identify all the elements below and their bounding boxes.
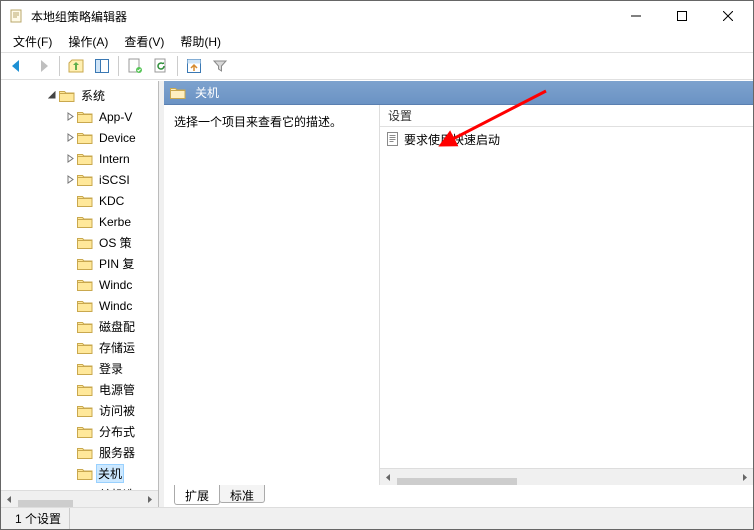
tree-horizontal-scrollbar[interactable] xyxy=(1,490,158,507)
description-panel: 选择一个项目来查看它的描述。 xyxy=(164,105,379,485)
tree-item[interactable]: 电源管 xyxy=(1,379,158,400)
tree-item-label: Intern xyxy=(96,151,133,167)
tree-item-label: PIN 复 xyxy=(96,254,137,273)
tree-expander-icon[interactable] xyxy=(63,152,77,166)
scroll-left-button[interactable] xyxy=(1,491,18,508)
window-title: 本地组策略编辑器 xyxy=(31,8,613,25)
tree-item-label: OS 策 xyxy=(96,233,135,252)
tree-item[interactable]: Windc xyxy=(1,295,158,316)
tree-item-label: 访问被 xyxy=(96,401,138,420)
tree-item[interactable]: PIN 复 xyxy=(1,253,158,274)
scroll-left-button[interactable] xyxy=(380,469,397,486)
nav-tree[interactable]: 系统 App-V Device Intern iSCSI KDC Kerbe OS 策 PIN … xyxy=(1,81,158,490)
tree-item-label: 系统 xyxy=(78,86,108,105)
tree-item-label: 电源管 xyxy=(96,380,138,399)
tree-item[interactable]: App-V xyxy=(1,106,158,127)
tree-item[interactable]: OS 策 xyxy=(1,232,158,253)
tree-item-system[interactable]: 系统 xyxy=(1,85,158,106)
tree-expander-icon[interactable] xyxy=(45,89,59,103)
maximize-button[interactable] xyxy=(659,1,705,31)
tree-item-label: Windc xyxy=(96,277,135,293)
column-header-settings[interactable]: 设置 xyxy=(380,105,753,127)
app-icon xyxy=(9,8,25,24)
export-button[interactable] xyxy=(182,54,206,78)
tree-expander-icon[interactable] xyxy=(63,173,77,187)
filter-button[interactable] xyxy=(208,54,232,78)
settings-list: 设置 要求使用快速启动 xyxy=(379,105,753,485)
description-text: 选择一个项目来查看它的描述。 xyxy=(174,113,369,130)
minimize-button[interactable] xyxy=(613,1,659,31)
tree-item[interactable]: iSCSI xyxy=(1,169,158,190)
nav-tree-pane: 系统 App-V Device Intern iSCSI KDC Kerbe OS 策 PIN … xyxy=(1,81,159,507)
scrollbar-thumb[interactable] xyxy=(397,478,517,485)
tree-item[interactable]: 关机 xyxy=(1,463,158,484)
content-header: 关机 xyxy=(164,81,753,105)
tree-item[interactable]: 访问被 xyxy=(1,400,158,421)
menu-view[interactable]: 查看(V) xyxy=(116,31,172,52)
properties-button[interactable] xyxy=(123,54,147,78)
back-button[interactable] xyxy=(5,54,29,78)
tab-extended[interactable]: 扩展 xyxy=(174,485,220,505)
tree-item-label: 分布式 xyxy=(96,422,138,441)
scroll-right-button[interactable] xyxy=(141,491,158,508)
tree-item[interactable]: Intern xyxy=(1,148,158,169)
tree-item[interactable]: 服务器 xyxy=(1,442,158,463)
menu-file[interactable]: 文件(F) xyxy=(5,31,60,52)
policy-icon xyxy=(386,132,400,146)
tree-item-label: Windc xyxy=(96,298,135,314)
status-text: 1 个设置 xyxy=(7,508,70,529)
menu-help[interactable]: 帮助(H) xyxy=(172,31,229,52)
tree-item[interactable]: 分布式 xyxy=(1,421,158,442)
tree-item[interactable]: KDC xyxy=(1,190,158,211)
tree-item-label: KDC xyxy=(96,193,127,209)
status-bar: 1 个设置 xyxy=(1,507,753,529)
tree-item-label: 存储运 xyxy=(96,338,138,357)
tree-item-label: Kerbe xyxy=(96,214,134,230)
tree-item[interactable]: 存储运 xyxy=(1,337,158,358)
scrollbar-thumb[interactable] xyxy=(18,500,73,507)
tree-item[interactable]: Kerbe xyxy=(1,211,158,232)
tree-item-label: 登录 xyxy=(96,359,126,378)
up-button[interactable] xyxy=(64,54,88,78)
title-bar: 本地组策略编辑器 xyxy=(1,1,753,31)
menu-bar: 文件(F) 操作(A) 查看(V) 帮助(H) xyxy=(1,31,753,52)
forward-button[interactable] xyxy=(31,54,55,78)
tree-item-label: App-V xyxy=(96,109,135,125)
refresh-button[interactable] xyxy=(149,54,173,78)
list-horizontal-scrollbar[interactable] xyxy=(380,468,753,485)
tree-expander-icon[interactable] xyxy=(63,110,77,124)
tree-expander-icon[interactable] xyxy=(63,131,77,145)
tree-item-label: 服务器 xyxy=(96,443,138,462)
tree-item-label: 磁盘配 xyxy=(96,317,138,336)
tree-item[interactable]: Device xyxy=(1,127,158,148)
close-button[interactable] xyxy=(705,1,751,31)
tree-item-label: Device xyxy=(96,130,139,146)
setting-item[interactable]: 要求使用快速启动 xyxy=(380,129,753,149)
tree-item-label: 关机 xyxy=(96,464,124,483)
scroll-right-button[interactable] xyxy=(736,469,753,486)
folder-icon xyxy=(170,86,186,100)
tab-strip: 扩展 标准 xyxy=(164,485,753,507)
setting-label: 要求使用快速启动 xyxy=(404,131,500,148)
tree-item[interactable]: 登录 xyxy=(1,358,158,379)
show-hide-tree-button[interactable] xyxy=(90,54,114,78)
tree-item-label: iSCSI xyxy=(96,172,133,188)
menu-action[interactable]: 操作(A) xyxy=(60,31,116,52)
tab-standard[interactable]: 标准 xyxy=(219,485,265,503)
tree-item[interactable]: 磁盘配 xyxy=(1,316,158,337)
content-header-title: 关机 xyxy=(195,84,219,101)
toolbar xyxy=(1,52,753,80)
tree-item[interactable]: Windc xyxy=(1,274,158,295)
